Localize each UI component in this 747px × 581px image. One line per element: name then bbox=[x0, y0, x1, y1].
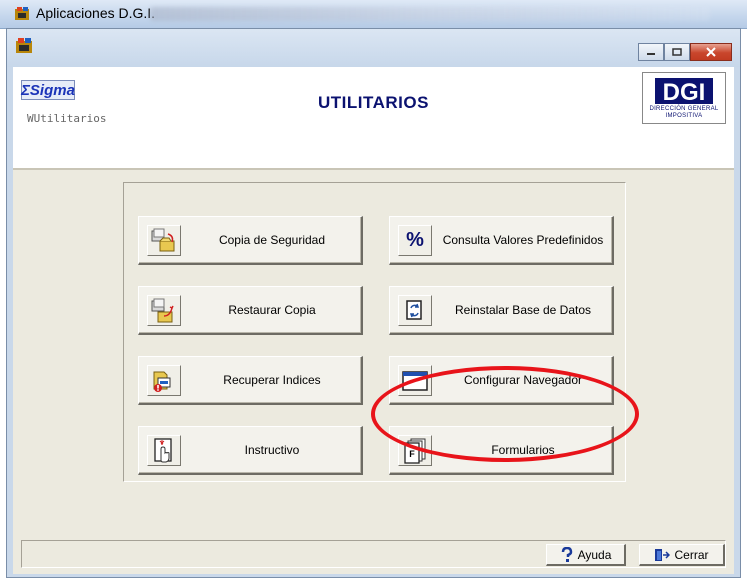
header-strip: ΣSigma WUtilitarios UTILITARIOS DGI DIRE… bbox=[13, 68, 734, 170]
window-controls bbox=[638, 43, 732, 61]
window-app-icon bbox=[16, 38, 32, 53]
instructivo-label: Instructivo bbox=[244, 443, 300, 457]
blurred-taskbar-region bbox=[150, 7, 710, 21]
configurar-navegador-button[interactable]: Configurar Navegador bbox=[389, 356, 614, 405]
minimize-button[interactable] bbox=[638, 43, 664, 61]
percent-icon: % bbox=[398, 225, 432, 256]
restaurar-copia-button[interactable]: Restaurar Copia bbox=[138, 286, 363, 335]
dgi-logo-mark: DGI bbox=[655, 78, 713, 106]
ayuda-button[interactable]: Ayuda bbox=[546, 544, 626, 566]
page-title: UTILITARIOS bbox=[318, 93, 429, 112]
dgi-caption-line1: DIRECCIÓN GENERAL bbox=[649, 106, 719, 112]
browser-window-icon bbox=[398, 365, 432, 396]
dgi-logo: DGI DIRECCIÓN GENERAL IMPOSITIVA bbox=[642, 72, 726, 124]
ayuda-label: Ayuda bbox=[577, 547, 612, 562]
window-titlebar bbox=[7, 29, 740, 67]
forms-glyph: F bbox=[409, 449, 415, 459]
recover-indices-icon bbox=[147, 365, 181, 396]
help-icon bbox=[561, 546, 572, 562]
reinstalar-base-button[interactable]: Reinstalar Base de Datos bbox=[389, 286, 614, 335]
utilitarios-window: ΣSigma WUtilitarios UTILITARIOS DGI DIRE… bbox=[6, 28, 741, 578]
copia-seguridad-button[interactable]: Copia de Seguridad bbox=[138, 216, 363, 265]
outer-title-bar: Aplicaciones D.G.I. bbox=[0, 0, 747, 29]
restaurar-copia-label: Restaurar Copia bbox=[228, 303, 316, 317]
outer-window-title: Aplicaciones D.G.I. bbox=[36, 5, 156, 21]
instructions-hand-icon bbox=[147, 435, 181, 466]
percent-glyph: % bbox=[406, 229, 424, 251]
forms-icon: F bbox=[398, 435, 432, 466]
client-inner: ΣSigma WUtilitarios UTILITARIOS DGI DIRE… bbox=[13, 67, 734, 574]
reinstalar-base-label: Reinstalar Base de Datos bbox=[454, 303, 592, 317]
utilities-panel: Copia de Seguridad % Consulta Valores Pr… bbox=[123, 182, 626, 482]
bottom-bar: Ayuda Cerrar bbox=[21, 540, 726, 568]
dgi-caption-line2: IMPOSITIVA bbox=[665, 113, 703, 119]
exit-door-icon bbox=[655, 548, 671, 561]
database-refresh-icon bbox=[398, 295, 432, 326]
consulta-valores-label: Consulta Valores Predefinidos bbox=[442, 233, 604, 247]
configurar-navegador-label: Configurar Navegador bbox=[463, 373, 583, 387]
close-window-button[interactable] bbox=[690, 43, 732, 61]
recuperar-indices-label: Recuperar Indices bbox=[223, 373, 321, 387]
consulta-valores-button[interactable]: % Consulta Valores Predefinidos bbox=[389, 216, 614, 265]
close-icon bbox=[706, 47, 716, 57]
cerrar-button[interactable]: Cerrar bbox=[639, 544, 725, 566]
app-icon bbox=[15, 7, 29, 20]
cerrar-label: Cerrar bbox=[674, 547, 709, 562]
maximize-icon bbox=[672, 48, 682, 56]
dgi-logo-letters: DGI bbox=[663, 79, 706, 106]
instructivo-button[interactable]: Instructivo bbox=[138, 426, 363, 475]
minimize-icon bbox=[647, 53, 655, 55]
window-code: WUtilitarios bbox=[27, 112, 107, 125]
formularios-label: Formularios bbox=[491, 443, 555, 457]
maximize-button[interactable] bbox=[664, 43, 690, 61]
client-area: ΣSigma WUtilitarios UTILITARIOS DGI DIRE… bbox=[13, 67, 734, 574]
formularios-button[interactable]: F Formularios bbox=[389, 426, 614, 475]
dgi-logo-caption: DIRECCIÓN GENERAL IMPOSITIVA bbox=[643, 106, 725, 120]
copia-seguridad-label: Copia de Seguridad bbox=[218, 233, 326, 247]
backup-icon bbox=[147, 225, 181, 256]
recuperar-indices-button[interactable]: Recuperar Indices bbox=[138, 356, 363, 405]
restore-icon bbox=[147, 295, 181, 326]
